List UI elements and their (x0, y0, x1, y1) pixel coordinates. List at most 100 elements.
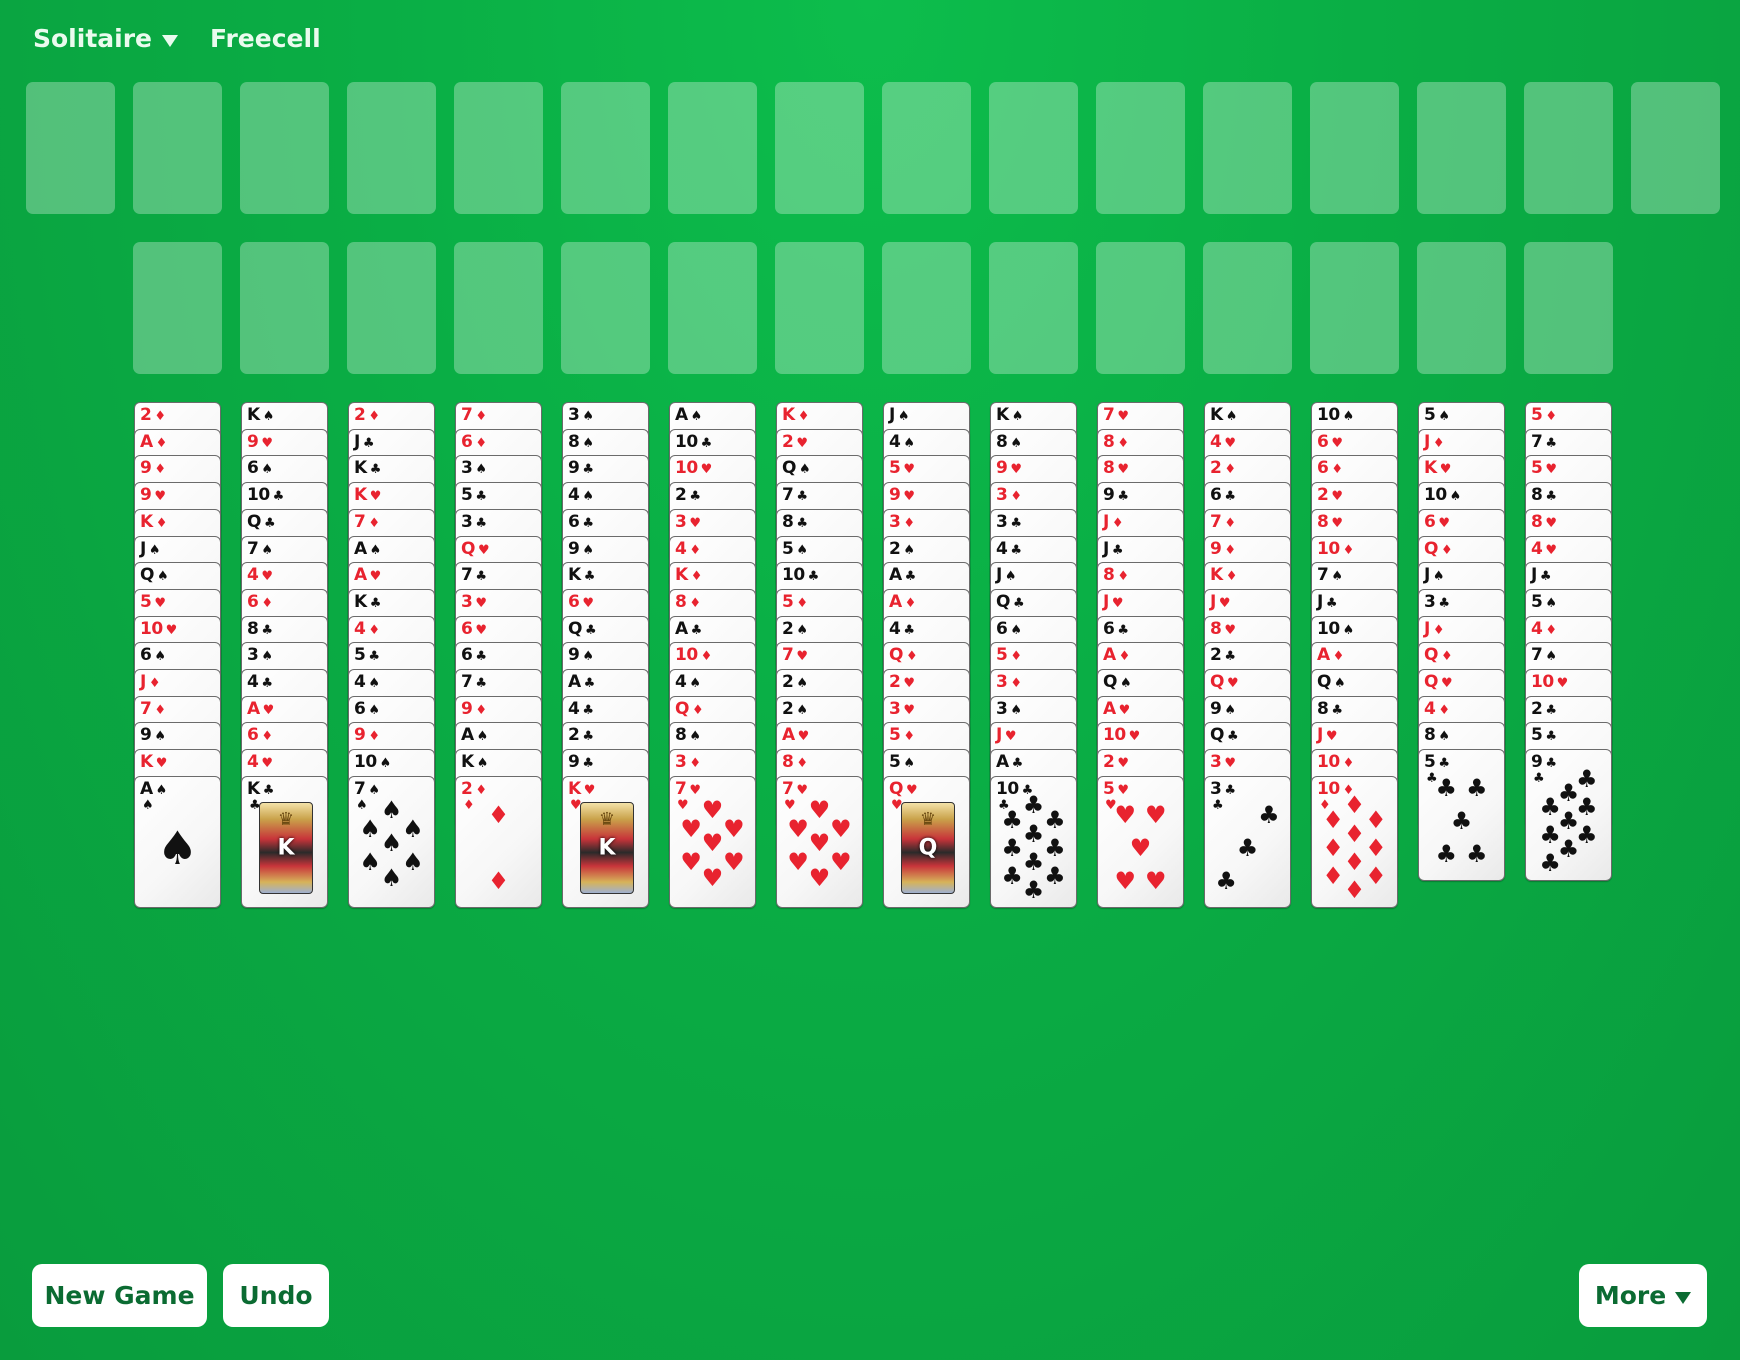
playing-card[interactable]: 7 ♠ ♠ ♠ ♠ ♠ ♠ ♠ ♠ ♠ (348, 775, 435, 908)
card-rank: Q (1210, 725, 1224, 746)
suit-pip-icon: ♦ (1322, 833, 1344, 862)
card-rank: K (354, 591, 367, 612)
empty-cell-slot[interactable] (1631, 82, 1720, 214)
card-index: 4 ♣ (889, 620, 915, 640)
empty-cell-slot[interactable] (561, 82, 650, 214)
playing-card[interactable]: 7 ♥ ♥ ♥ ♥ ♥ ♥ ♥ ♥ ♥ (669, 775, 756, 908)
solitaire-menu-label: Solitaire (33, 24, 152, 53)
card-index: K ♣ (354, 593, 381, 613)
card-suit-icon: ♦ (1010, 489, 1022, 505)
empty-cell-slot[interactable] (1203, 82, 1292, 214)
playing-card[interactable]: K ♣ ♣ ♛ K (241, 775, 328, 908)
empty-foundation-slot[interactable] (561, 242, 650, 374)
empty-foundation-slot[interactable] (1203, 242, 1292, 374)
empty-foundation-slot[interactable] (1096, 242, 1185, 374)
card-rank: 4 (889, 618, 901, 639)
card-index: 9 ♦ (1210, 540, 1236, 560)
empty-foundation-slot[interactable] (240, 242, 329, 374)
card-rank: 5 (1531, 458, 1543, 479)
card-suit-icon: ♣ (1545, 435, 1557, 451)
card-index: 7 ♦ (1210, 513, 1236, 533)
playing-card[interactable]: K ♥ ♥ ♛ K (562, 775, 649, 908)
empty-foundation-slot[interactable] (775, 242, 864, 374)
card-index: K ♦ (675, 566, 702, 586)
playing-card[interactable]: 5 ♥ ♥ ♥ ♥ ♥ ♥ ♥ (1097, 775, 1184, 908)
card-rank: K (568, 565, 581, 586)
card-index: 10 ♠ (354, 753, 391, 773)
card-index: 8 ♠ (996, 433, 1022, 453)
card-index: 10 ♥ (140, 620, 177, 640)
card-rank: 4 (1531, 538, 1543, 559)
card-index: 6 ♦ (247, 593, 273, 613)
card-index: 2 ♣ (568, 726, 594, 746)
card-rank: J (1317, 591, 1323, 612)
card-suit-icon: ♦ (1225, 569, 1238, 585)
playing-card[interactable]: 5 ♣ ♣ ♣ ♣ ♣ ♣ ♣ (1418, 749, 1505, 882)
suit-pip-icon: ♥ (830, 847, 852, 876)
card-rank: 2 (675, 485, 687, 506)
empty-cell-slot[interactable] (1310, 82, 1399, 214)
empty-cell-slot[interactable] (454, 82, 543, 214)
playing-card[interactable]: 10 ♦ ♦ ♦ ♦ ♦ ♦ ♦ ♦ ♦ ♦ ♦ ♦ (1311, 775, 1398, 908)
card-suit-icon: ♥ (1439, 462, 1452, 478)
empty-cell-slot[interactable] (133, 82, 222, 214)
card-suit-icon: ♠ (1545, 649, 1557, 665)
card-index: 10 ♦ (675, 646, 712, 666)
empty-cell-slot[interactable] (347, 82, 436, 214)
empty-foundation-slot[interactable] (347, 242, 436, 374)
new-game-button[interactable]: New Game (32, 1264, 207, 1327)
card-index: Q ♠ (782, 459, 811, 479)
empty-foundation-slot[interactable] (989, 242, 1078, 374)
suit-pip-icon: ♥ (723, 847, 745, 876)
card-suit-icon: ♣ (1012, 595, 1025, 611)
card-rank: 8 (1531, 485, 1543, 506)
empty-foundation-slot[interactable] (1417, 242, 1506, 374)
empty-foundation-slot[interactable] (882, 242, 971, 374)
empty-cell-slot[interactable] (1417, 82, 1506, 214)
playing-card[interactable]: A ♠ ♠ ♠ (134, 775, 221, 908)
card-suit-icon: ♥ (369, 489, 382, 505)
card-rank: Q (889, 778, 903, 799)
empty-foundation-slot[interactable] (668, 242, 757, 374)
empty-foundation-slot[interactable] (1310, 242, 1399, 374)
playing-card[interactable]: 7 ♥ ♥ ♥ ♥ ♥ ♥ ♥ ♥ ♥ (776, 775, 863, 908)
card-suit-icon: ♣ (475, 515, 487, 531)
suit-pip-icon: ♣ (1435, 839, 1458, 868)
empty-cell-slot[interactable] (668, 82, 757, 214)
empty-cell-slot[interactable] (1096, 82, 1185, 214)
empty-foundation-slot[interactable] (1524, 242, 1613, 374)
suit-pip-icon: ♥ (701, 829, 724, 858)
card-suit-icon: ♥ (1010, 462, 1022, 478)
empty-cell-slot[interactable] (882, 82, 971, 214)
empty-foundation-slot[interactable] (454, 242, 543, 374)
empty-foundation-slot[interactable] (133, 242, 222, 374)
empty-cell-slot[interactable] (1524, 82, 1613, 214)
empty-cell-slot[interactable] (26, 82, 115, 214)
empty-cell-slot[interactable] (775, 82, 864, 214)
more-button[interactable]: More (1579, 1264, 1707, 1327)
playing-card[interactable]: 9 ♣ ♣ ♣ ♣ ♣ ♣ ♣ ♣ ♣ ♣ ♣ (1525, 749, 1612, 882)
solitaire-menu[interactable]: Solitaire (33, 24, 178, 53)
card-suit-icon: ♦ (155, 435, 168, 451)
playing-card[interactable]: 3 ♣ ♣ ♣ ♣ ♣ (1204, 775, 1291, 908)
undo-button[interactable]: Undo (223, 1264, 329, 1327)
card-rank: 10 (1424, 485, 1447, 506)
face-card-art: ♛ K (259, 801, 313, 894)
card-rank: 2 (568, 725, 580, 746)
playing-card[interactable]: 2 ♦ ♦ ♦ ♦ (455, 775, 542, 908)
card-index: 4 ♦ (354, 620, 380, 640)
card-rank: Q (1424, 538, 1438, 559)
playing-card[interactable]: 10 ♣ ♣ ♣ ♣ ♣ ♣ ♣ ♣ ♣ ♣ ♣ ♣ (990, 775, 1077, 908)
card-index: J ♥ (1103, 593, 1123, 613)
empty-cell-slot[interactable] (989, 82, 1078, 214)
card-suit-icon: ♠ (1342, 409, 1355, 424)
card-suit-icon: ♠ (796, 702, 808, 718)
suit-pip-icon: ♣ (1022, 791, 1045, 820)
card-rank: A (1103, 645, 1116, 666)
empty-cell-slot[interactable] (240, 82, 329, 214)
card-suit-icon: ♣ (583, 569, 596, 585)
playing-card[interactable]: Q ♥ ♥ ♛ Q (883, 775, 970, 908)
card-suit-icon: ♠ (154, 729, 166, 745)
card-pips: ♠ (147, 801, 208, 895)
card-rank: 3 (1424, 591, 1436, 612)
